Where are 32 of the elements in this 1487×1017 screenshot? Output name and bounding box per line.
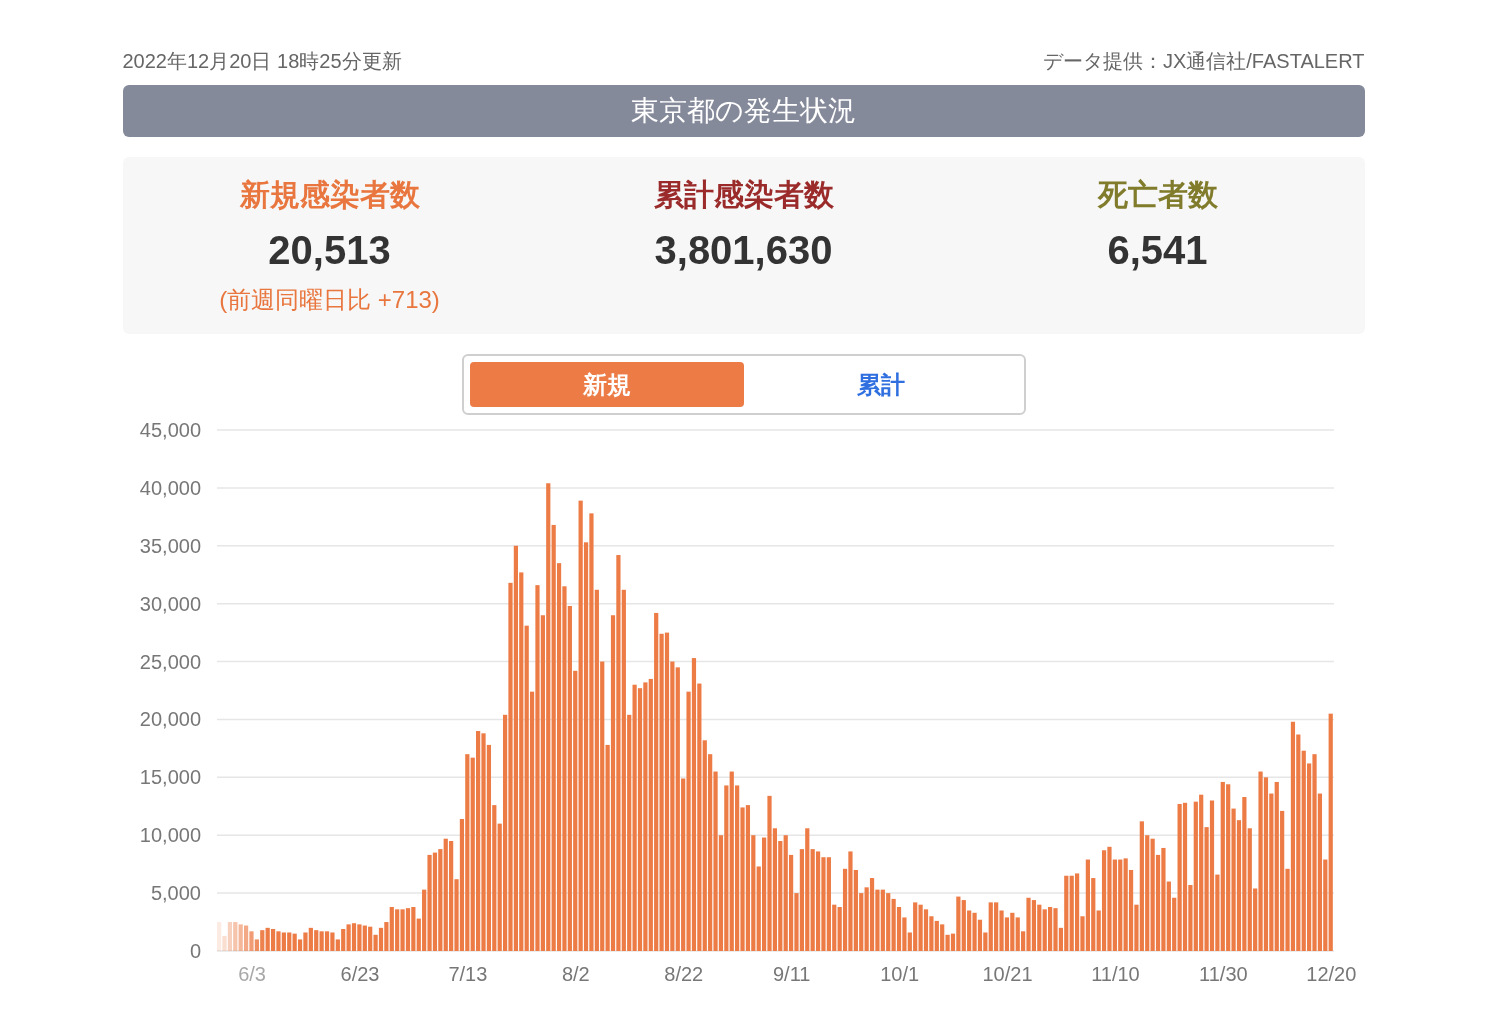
axis-label: 30,000 — [139, 592, 201, 615]
axis-label: 35,000 — [139, 534, 201, 557]
axis-label: 10/21 — [982, 963, 1033, 985]
axis-label: 8/22 — [663, 963, 703, 985]
stat-value: 3,801,630 — [654, 227, 833, 274]
axis-label: 0 — [189, 940, 201, 962]
axis-label: 15,000 — [139, 766, 201, 789]
axis-label: 11/10 — [1090, 963, 1140, 985]
data-source: データ提供：JX通信社/FASTALERT — [1042, 49, 1365, 74]
axis-label: 10,000 — [139, 824, 201, 847]
stat-label: 累計感染者数 — [653, 177, 834, 213]
axis-label: 9/11 — [772, 963, 810, 985]
title-bar: 東京都の発生状況 — [122, 85, 1365, 137]
axis-label: 7/13 — [447, 963, 487, 985]
axis-label: 25,000 — [139, 650, 201, 673]
axis-label: 12/20 — [1305, 963, 1356, 985]
stat-value: 20,513 — [268, 227, 391, 274]
axis-label: 40,000 — [139, 476, 201, 499]
stat-label: 死亡者数 — [1097, 177, 1218, 213]
update-time: 2022年12月20日 18時25分更新 — [122, 49, 402, 74]
axis-label: 6/3 — [237, 963, 266, 985]
chart-tab[interactable]: 新規 — [469, 362, 744, 407]
stat-value: 6,541 — [1107, 227, 1208, 274]
axis-label: 10/1 — [879, 963, 919, 985]
axis-label: 6/23 — [340, 963, 379, 985]
axis-label: 11/30 — [1198, 963, 1248, 985]
stat-label: 新規感染者数 — [239, 177, 420, 213]
axis-label: 45,000 — [139, 419, 201, 441]
axis-label: 20,000 — [139, 708, 201, 731]
axis-label: 8/2 — [561, 963, 590, 985]
axis-label: 5,000 — [150, 882, 201, 905]
stat-change: (前週同曜日比 +713) — [219, 285, 440, 315]
